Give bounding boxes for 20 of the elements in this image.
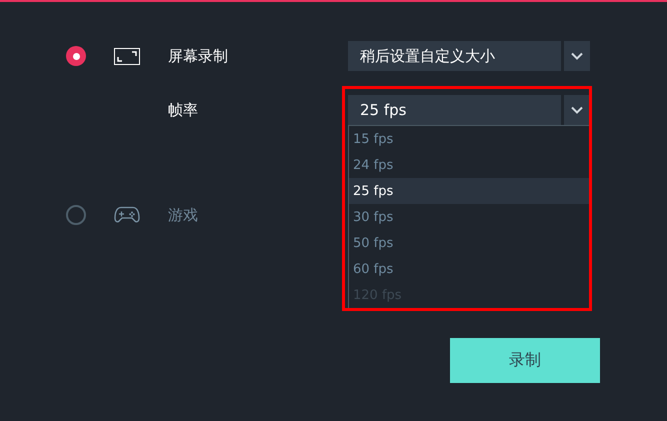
chevron-down-icon: [571, 52, 583, 60]
record-button[interactable]: 录制: [450, 338, 600, 383]
dropdown-option[interactable]: 30 fps: [349, 204, 589, 230]
mode-label: 游戏: [168, 206, 199, 224]
gamepad-icon: [114, 206, 140, 224]
dropdown-button[interactable]: [564, 95, 590, 125]
mode-label: 屏幕录制: [168, 46, 229, 66]
dropdown-option[interactable]: 60 fps: [349, 256, 589, 282]
chevron-down-icon: [571, 106, 583, 114]
fullscreen-icon: [114, 48, 140, 64]
size-select[interactable]: 稍后设置自定义大小: [348, 41, 561, 71]
dropdown-button[interactable]: [564, 41, 590, 71]
frame-rate-select[interactable]: 25 fps: [348, 95, 561, 125]
frame-rate-label: 帧率: [168, 100, 199, 120]
dropdown-option[interactable]: 25 fps: [349, 178, 589, 204]
radio-button[interactable]: [66, 46, 86, 66]
dropdown-option[interactable]: 24 fps: [349, 152, 589, 178]
radio-button[interactable]: [66, 205, 86, 225]
dropdown-option[interactable]: 50 fps: [349, 230, 589, 256]
dropdown-option[interactable]: 15 fps: [349, 126, 589, 152]
